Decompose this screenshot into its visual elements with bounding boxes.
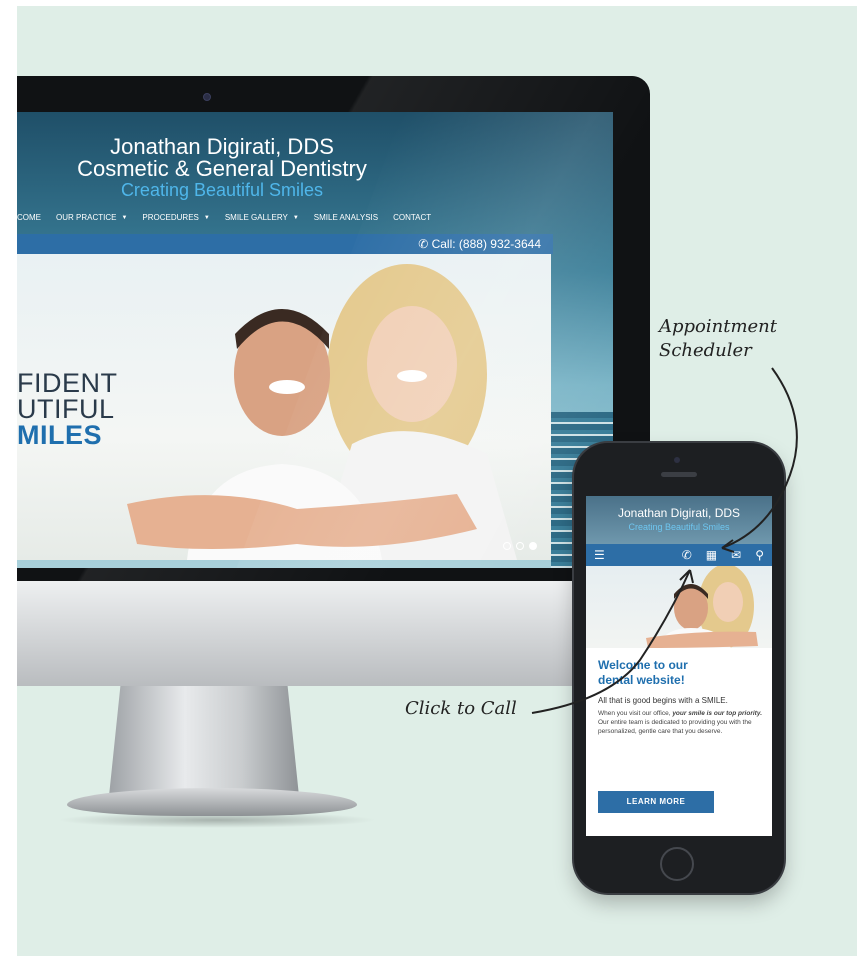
desktop-call-number: Call: (888) 932-3644 [431,237,541,251]
mobile-welcome-section: Welcome to our dental website! All that … [598,658,764,736]
nav-item-procedures[interactable]: PROCEDURES ▼ [142,213,209,222]
slider-dot[interactable] [516,542,524,550]
phone-icon: ✆ [418,237,432,251]
nav-item-smile-gallery[interactable]: SMILE GALLERY ▼ [225,213,299,222]
nav-item-smile-analysis[interactable]: SMILE ANALYSIS [314,213,378,222]
mobile-body-text: When you visit our office, your smile is… [598,710,763,735]
mobile-header: Jonathan Digirati, DDS Creating Beautifu… [586,496,772,544]
iphone-device: Jonathan Digirati, DDS Creating Beautifu… [574,443,784,893]
chevron-down-icon: ▼ [203,214,210,221]
mobile-hero-photo [586,566,772,648]
imac-chin [17,581,650,686]
map-pin-icon[interactable]: ⚲ [755,548,764,562]
mobile-tagline: Creating Beautiful Smiles [628,522,730,532]
hero-headline: FIDENT UTIFUL MILES [17,368,118,450]
click-to-call-callout: Click to Call [405,698,517,719]
mobile-site-title: Jonathan Digirati, DDS [617,506,741,520]
mobile-heading: Welcome to our dental website! [598,658,688,687]
mobile-couple-photo [646,566,758,648]
slider-dot[interactable] [503,542,511,550]
calendar-icon[interactable]: ▦ [706,548,717,562]
desktop-site-title: Jonathan Digirati, DDS [110,134,334,159]
slider-dot-active[interactable] [529,542,537,550]
mobile-action-bar: ☰ ✆ ▦ ✉ ⚲ [586,544,772,566]
phone-icon[interactable]: ✆ [682,548,692,562]
desktop-hero-slider: FIDENT UTIFUL MILES [17,254,551,560]
nav-item-welcome[interactable]: COME [17,213,41,222]
mobile-lead-text: All that is good begins with a SMILE. [598,696,728,705]
imac-stand [109,686,299,796]
desktop-screen: Jonathan Digirati, DDS Cosmetic & Genera… [17,112,613,568]
nav-item-our-practice[interactable]: OUR PRACTICE ▼ [56,213,127,222]
desktop-tagline: Creating Beautiful Smiles [120,180,324,200]
home-button[interactable] [660,847,694,881]
desktop-nav: COME OUR PRACTICE ▼ PROCEDURES ▼ SMILE GAL… [17,213,431,222]
chevron-down-icon: ▼ [121,214,128,221]
webcam [203,93,211,101]
nav-item-contact[interactable]: CONTACT [393,213,431,222]
marketing-scene: Jonathan Digirati, DDS Cosmetic & Genera… [17,6,857,956]
mail-icon[interactable]: ✉ [731,548,741,562]
learn-more-button[interactable]: LEARN MORE [598,791,714,813]
earpiece-speaker [661,472,697,477]
mobile-screen: Jonathan Digirati, DDS Creating Beautifu… [586,496,772,836]
slider-dots [503,542,537,550]
hamburger-icon[interactable]: ☰ [594,548,605,562]
desktop-site-subtitle: Cosmetic & General Dentistry [77,156,367,181]
imac-foot [67,788,357,816]
chevron-down-icon: ▼ [292,214,299,221]
appointment-scheduler-callout: Appointment Scheduler [659,316,778,361]
front-camera [674,457,680,463]
desktop-call-bar[interactable]: ✆ Call: (888) 932-3644 [17,234,553,254]
